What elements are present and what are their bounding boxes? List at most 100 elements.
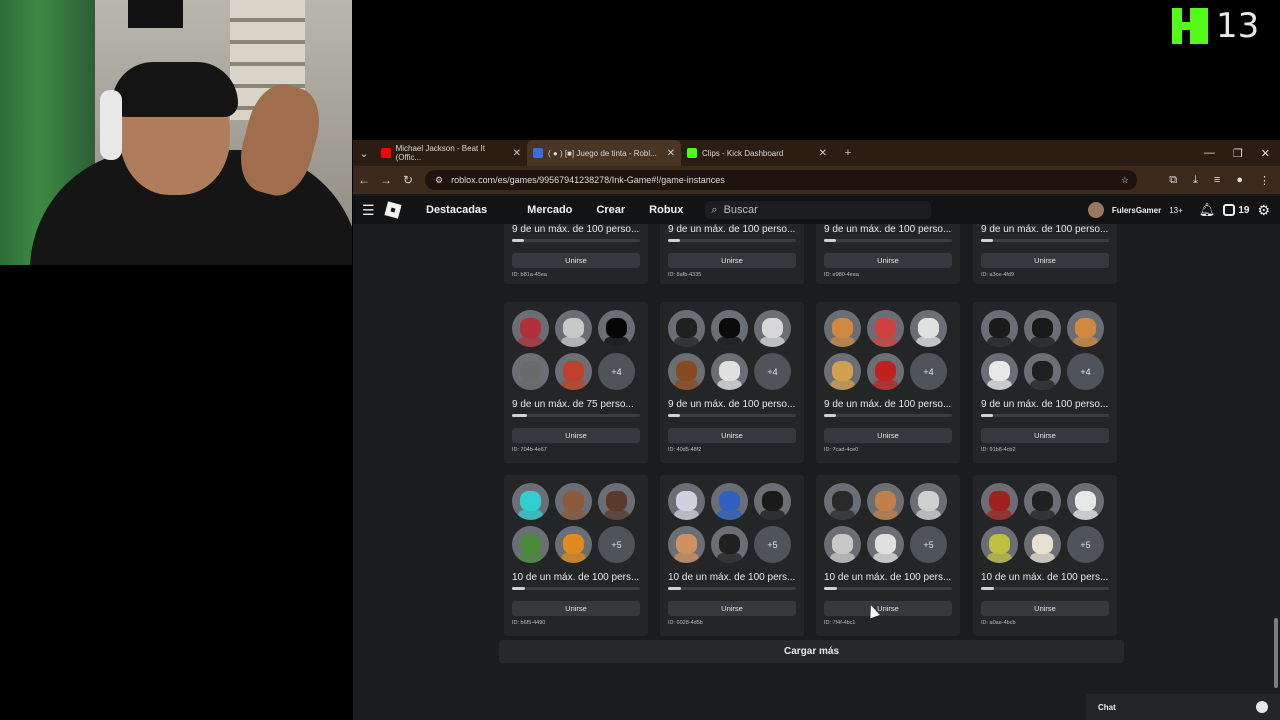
roblox-logo-icon[interactable] bbox=[384, 201, 402, 219]
server-id: ID: 40d5-48f2 bbox=[668, 447, 702, 453]
reload-icon[interactable]: ↻ bbox=[397, 173, 419, 187]
tab-search-icon[interactable]: ⌄ bbox=[353, 142, 375, 164]
search-input[interactable]: ⌕ Buscar bbox=[705, 201, 932, 219]
player-avatar[interactable] bbox=[555, 526, 592, 563]
new-tab-button[interactable]: + bbox=[833, 142, 863, 164]
close-window-icon[interactable]: ✕ bbox=[1261, 147, 1270, 160]
join-button[interactable]: Unirse bbox=[512, 253, 640, 268]
player-avatar[interactable] bbox=[598, 310, 635, 347]
player-avatar[interactable] bbox=[910, 310, 947, 347]
more-players-badge: +4 bbox=[598, 353, 635, 390]
load-more-button[interactable]: Cargar más bbox=[499, 640, 1124, 663]
player-avatar[interactable] bbox=[824, 526, 861, 563]
player-avatar[interactable] bbox=[981, 526, 1018, 563]
player-avatar[interactable] bbox=[1024, 310, 1061, 347]
server-id: ID: 8afb-4335 bbox=[668, 272, 702, 278]
player-avatar[interactable] bbox=[512, 483, 549, 520]
player-avatar[interactable] bbox=[711, 310, 748, 347]
avatar[interactable] bbox=[1087, 202, 1104, 218]
download-icon[interactable]: ⤓ bbox=[1193, 174, 1198, 187]
media-icon[interactable]: ≡ bbox=[1214, 174, 1220, 187]
username[interactable]: FulersGamer bbox=[1112, 206, 1161, 215]
nav-robux[interactable]: Robux bbox=[649, 204, 683, 216]
player-avatar[interactable] bbox=[824, 483, 861, 520]
forward-icon[interactable]: → bbox=[375, 173, 397, 187]
back-icon[interactable]: ← bbox=[353, 173, 375, 187]
player-avatar[interactable] bbox=[711, 526, 748, 563]
player-avatar[interactable] bbox=[668, 526, 705, 563]
player-avatar[interactable] bbox=[1024, 526, 1061, 563]
menu-icon[interactable]: ⋮ bbox=[1259, 174, 1270, 187]
player-avatar[interactable] bbox=[824, 353, 861, 390]
player-avatar[interactable] bbox=[555, 310, 592, 347]
player-avatar[interactable] bbox=[754, 483, 791, 520]
avatar-torso bbox=[1073, 337, 1098, 347]
tab-kick[interactable]: Clips - Kick Dashboard ✕ bbox=[681, 140, 833, 166]
join-button[interactable]: Unirse bbox=[981, 428, 1109, 443]
close-icon[interactable]: ✕ bbox=[667, 148, 675, 159]
avatar-torso bbox=[674, 553, 699, 563]
player-avatar[interactable] bbox=[598, 483, 635, 520]
bookmark-star-icon[interactable]: ☆ bbox=[1121, 175, 1129, 186]
player-avatar[interactable] bbox=[754, 310, 791, 347]
chat-toggle-icon[interactable] bbox=[1256, 701, 1268, 713]
url-field[interactable]: ⚙ roblox.com/es/games/99567941238278/Ink… bbox=[425, 170, 1137, 190]
minimize-icon[interactable]: — bbox=[1204, 147, 1215, 160]
player-avatar[interactable] bbox=[1024, 353, 1061, 390]
player-avatars: +5 bbox=[816, 475, 960, 563]
player-avatar[interactable] bbox=[981, 353, 1018, 390]
profile-icon[interactable]: ● bbox=[1236, 174, 1243, 187]
join-button[interactable]: Unirse bbox=[824, 601, 952, 616]
nav-mercado[interactable]: Mercado bbox=[527, 204, 572, 216]
player-avatar[interactable] bbox=[512, 526, 549, 563]
notifications-bell-icon[interactable]: 🔔︎ bbox=[1199, 202, 1216, 218]
chat-panel[interactable]: Chat bbox=[1086, 694, 1280, 720]
extensions-icon[interactable]: ⧉ bbox=[1169, 174, 1177, 187]
player-avatar[interactable] bbox=[981, 483, 1018, 520]
player-avatar[interactable] bbox=[1024, 483, 1061, 520]
player-avatar[interactable] bbox=[867, 310, 904, 347]
player-avatar[interactable] bbox=[668, 483, 705, 520]
scrollbar[interactable] bbox=[1274, 228, 1278, 698]
tab-youtube[interactable]: Michael Jackson - Beat It (Offic... ✕ bbox=[375, 140, 527, 166]
join-button[interactable]: Unirse bbox=[512, 428, 640, 443]
player-avatar[interactable] bbox=[512, 310, 549, 347]
player-avatar[interactable] bbox=[512, 353, 549, 390]
scrollbar-thumb[interactable] bbox=[1274, 618, 1278, 688]
player-avatar[interactable] bbox=[867, 526, 904, 563]
player-avatar[interactable] bbox=[824, 310, 861, 347]
join-button[interactable]: Unirse bbox=[824, 253, 952, 268]
player-avatar[interactable] bbox=[867, 483, 904, 520]
join-button[interactable]: Unirse bbox=[512, 601, 640, 616]
join-button[interactable]: Unirse bbox=[668, 428, 796, 443]
join-button[interactable]: Unirse bbox=[824, 428, 952, 443]
join-button[interactable]: Unirse bbox=[668, 601, 796, 616]
player-avatar[interactable] bbox=[910, 483, 947, 520]
tab-roblox[interactable]: ( ● ) [■] Juego de tinta - Robl... ✕ bbox=[527, 140, 681, 166]
player-avatar[interactable] bbox=[867, 353, 904, 390]
player-avatar[interactable] bbox=[555, 483, 592, 520]
close-icon[interactable]: ✕ bbox=[513, 148, 521, 159]
player-avatar[interactable] bbox=[711, 483, 748, 520]
maximize-icon[interactable]: ❐ bbox=[1233, 147, 1243, 160]
join-button[interactable]: Unirse bbox=[981, 601, 1109, 616]
avatar-face bbox=[1075, 318, 1096, 338]
player-avatar[interactable] bbox=[981, 310, 1018, 347]
nav-crear[interactable]: Crear bbox=[596, 204, 625, 216]
player-avatar[interactable] bbox=[668, 310, 705, 347]
settings-gear-icon[interactable]: ⚙ bbox=[1257, 202, 1270, 219]
close-icon[interactable]: ✕ bbox=[819, 148, 827, 159]
robux-balance[interactable]: 19 bbox=[1223, 204, 1249, 216]
avatar-torso bbox=[916, 510, 941, 520]
join-button[interactable]: Unirse bbox=[668, 253, 796, 268]
hamburger-menu-icon[interactable]: ☰ bbox=[362, 202, 376, 219]
avatar-face bbox=[520, 318, 541, 338]
player-avatar[interactable] bbox=[711, 353, 748, 390]
player-avatar[interactable] bbox=[668, 353, 705, 390]
nav-destacadas[interactable]: Destacadas bbox=[426, 204, 487, 216]
player-avatar[interactable] bbox=[1067, 483, 1104, 520]
player-avatar[interactable] bbox=[1067, 310, 1104, 347]
player-avatar[interactable] bbox=[555, 353, 592, 390]
join-button[interactable]: Unirse bbox=[981, 253, 1109, 268]
site-settings-icon[interactable]: ⚙ bbox=[435, 175, 443, 186]
